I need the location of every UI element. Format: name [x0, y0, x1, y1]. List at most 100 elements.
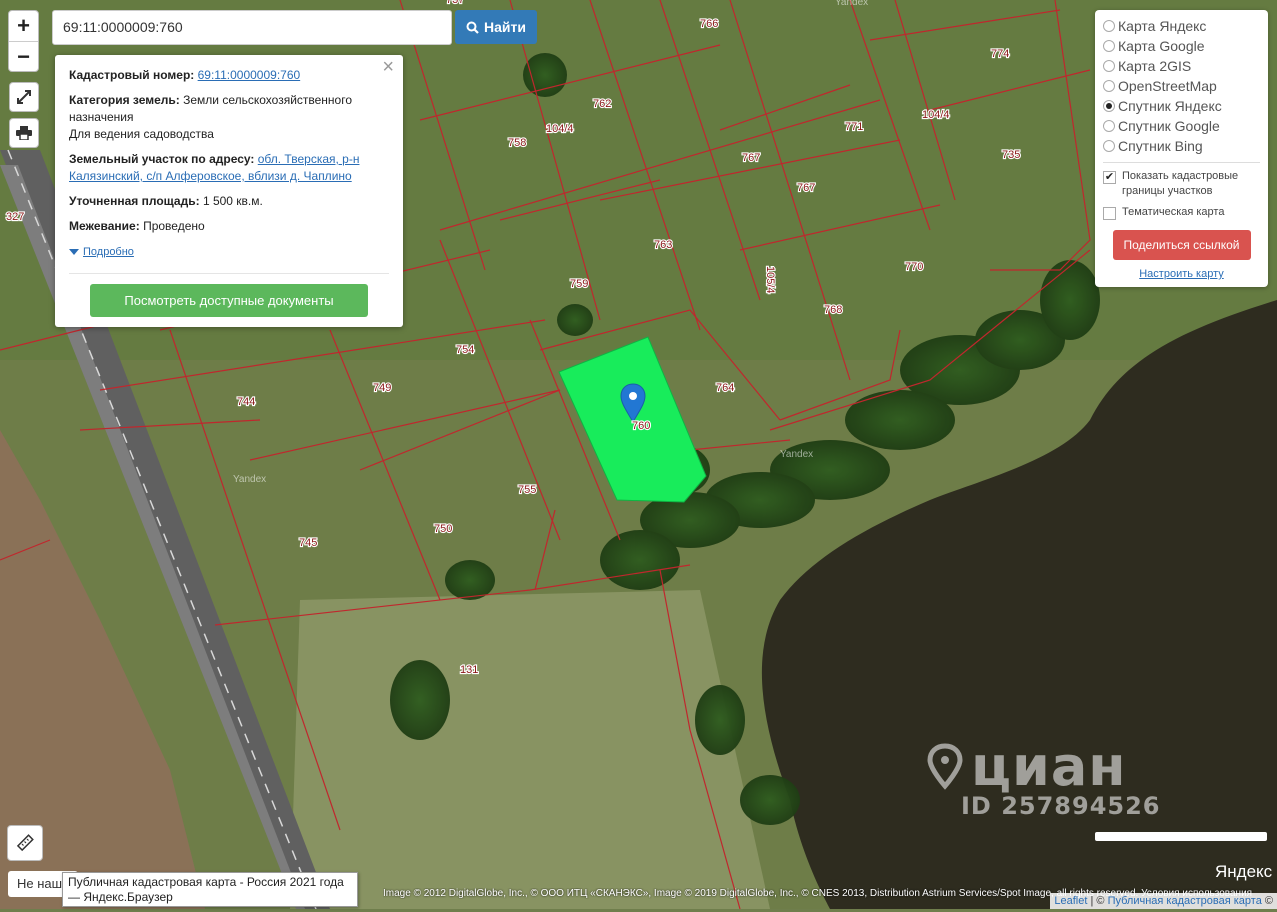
- parcel-info-popup: × Кадастровый номер: 69:11:0000009:760 К…: [55, 55, 403, 327]
- copyright-symbol: ©: [1264, 895, 1273, 907]
- parcel-label: 771: [845, 121, 863, 133]
- zoom-control: + −: [8, 10, 39, 72]
- share-link-button[interactable]: Поделиться ссылкой: [1112, 230, 1251, 260]
- parcel-label: 735: [1002, 149, 1020, 161]
- survey-label: Межевание:: [69, 219, 140, 233]
- zoom-in-button[interactable]: +: [9, 11, 38, 41]
- pkk-link[interactable]: Публичная кадастровая карта: [1108, 895, 1262, 907]
- print-button[interactable]: [9, 118, 39, 148]
- ruler-icon: [16, 834, 34, 852]
- layer-option-label: Спутник Bing: [1118, 138, 1203, 154]
- configure-map-link[interactable]: Настроить карту: [1103, 268, 1260, 280]
- radio-icon[interactable]: [1103, 80, 1115, 92]
- parcel-label: 764: [716, 382, 734, 394]
- fullscreen-button[interactable]: [9, 82, 39, 112]
- divider: [1103, 162, 1260, 163]
- triangle-down-icon: [69, 249, 79, 255]
- yandex-logo: Яндекс: [1215, 862, 1273, 881]
- area-label: Уточненная площадь:: [69, 194, 200, 208]
- layer-switcher: Карта Яндекс Карта Google Карта 2GIS OpenSt…: [1095, 10, 1268, 287]
- cian-brand: циан: [971, 735, 1127, 798]
- parcel-label: 737: [446, 0, 464, 6]
- layer-option[interactable]: Карта Яндекс: [1103, 16, 1260, 36]
- layer-option[interactable]: Спутник Google: [1103, 116, 1260, 136]
- scale-bar: [1095, 832, 1267, 841]
- map-watermark: Yandex: [233, 474, 266, 485]
- layer-option[interactable]: OpenStreetMap: [1103, 76, 1260, 96]
- parcel-label: 755: [518, 484, 536, 496]
- layer-option-label: Спутник Яндекс: [1118, 98, 1222, 114]
- parcel-label: 760: [632, 420, 650, 432]
- parcel-label: 763: [654, 239, 672, 251]
- survey-row: Межевание: Проведено: [69, 218, 389, 235]
- thematic-map-toggle[interactable]: Тематическая карта: [1103, 205, 1260, 220]
- layer-option-label: Спутник Google: [1118, 118, 1220, 134]
- parcel-label: 749: [373, 382, 391, 394]
- thematic-map-label: Тематическая карта: [1122, 206, 1225, 218]
- area-row: Уточненная площадь: 1 500 кв.м.: [69, 193, 389, 210]
- parcel-label: 767: [742, 152, 760, 164]
- details-label: Подробно: [83, 245, 134, 258]
- parcel-label: 766: [700, 18, 718, 30]
- radio-icon[interactable]: [1103, 20, 1115, 32]
- layer-option-label: Карта Яндекс: [1118, 18, 1207, 34]
- layer-option[interactable]: Карта Google: [1103, 36, 1260, 56]
- layer-option[interactable]: Карта 2GIS: [1103, 56, 1260, 76]
- parcel-label: 104/4: [922, 109, 950, 121]
- cadastral-search-input[interactable]: 69:11:0000009:760: [52, 10, 452, 45]
- land-category-label: Категория земель:: [69, 93, 180, 107]
- parcel-label: 105/4: [764, 266, 776, 294]
- leaflet-attribution: Leaflet | © Публичная кадастровая карта …: [1050, 893, 1277, 909]
- view-documents-button[interactable]: Посмотреть доступные документы: [90, 283, 368, 317]
- printer-icon: [16, 126, 32, 140]
- copyright-symbol: ©: [1096, 895, 1105, 907]
- radio-icon[interactable]: [1103, 140, 1115, 152]
- layer-option-label: OpenStreetMap: [1118, 78, 1217, 94]
- search-icon: [466, 21, 479, 34]
- parcel-label: 104/4: [546, 123, 574, 135]
- base-layer-list: Карта Яндекс Карта Google Карта 2GIS OpenSt…: [1103, 16, 1260, 156]
- cadastral-number-row: Кадастровый номер: 69:11:0000009:760: [69, 67, 389, 84]
- expand-icon: [17, 90, 31, 104]
- cian-watermark: циан ID 257894526: [925, 735, 1161, 820]
- area-value: 1 500 кв.м.: [202, 194, 263, 208]
- map-watermark: Yandex: [835, 0, 868, 8]
- cadastral-number-label: Кадастровый номер:: [69, 68, 195, 82]
- address-row: Земельный участок по адресу: обл. Тверск…: [69, 151, 389, 185]
- map-watermark: Yandex: [780, 449, 813, 460]
- cadastral-number-link[interactable]: 69:11:0000009:760: [198, 68, 301, 82]
- search-button-label: Найти: [484, 19, 526, 35]
- leaflet-link[interactable]: Leaflet: [1054, 895, 1087, 907]
- show-borders-toggle[interactable]: ✔ Показать кадастровые границы участков: [1103, 169, 1260, 199]
- address-label: Земельный участок по адресу:: [69, 152, 255, 166]
- parcel-label: 327: [6, 211, 24, 223]
- details-link[interactable]: Подробно: [69, 244, 134, 261]
- layer-option[interactable]: Спутник Яндекс: [1103, 96, 1260, 116]
- parcel-label: 758: [508, 137, 526, 149]
- parcel-label: 767: [797, 182, 815, 194]
- parcel-label: 744: [237, 396, 255, 408]
- layer-option[interactable]: Спутник Bing: [1103, 136, 1260, 156]
- parcel-label: 774: [991, 48, 1009, 60]
- radio-icon[interactable]: [1103, 60, 1115, 72]
- parcel-label: 745: [299, 537, 317, 549]
- measure-button[interactable]: [7, 825, 43, 861]
- parcel-label: 768: [824, 304, 842, 316]
- parcel-label: 754: [456, 344, 474, 356]
- search-button[interactable]: Найти: [455, 10, 537, 44]
- radio-selected-icon[interactable]: [1103, 100, 1115, 112]
- parcel-label: 131: [460, 664, 478, 676]
- radio-icon[interactable]: [1103, 40, 1115, 52]
- survey-value: Проведено: [143, 219, 205, 233]
- checkbox-checked-icon[interactable]: ✔: [1103, 171, 1116, 184]
- close-icon[interactable]: ×: [382, 57, 394, 77]
- location-pin-icon: [927, 742, 963, 790]
- attribution-separator: |: [1090, 895, 1094, 907]
- checkbox-icon[interactable]: [1103, 207, 1116, 220]
- layer-option-label: Карта 2GIS: [1118, 58, 1192, 74]
- zoom-out-button[interactable]: −: [9, 41, 38, 71]
- cian-listing-id: ID 257894526: [961, 792, 1161, 820]
- divider: [69, 272, 389, 274]
- radio-icon[interactable]: [1103, 120, 1115, 132]
- parcel-label: 762: [593, 98, 611, 110]
